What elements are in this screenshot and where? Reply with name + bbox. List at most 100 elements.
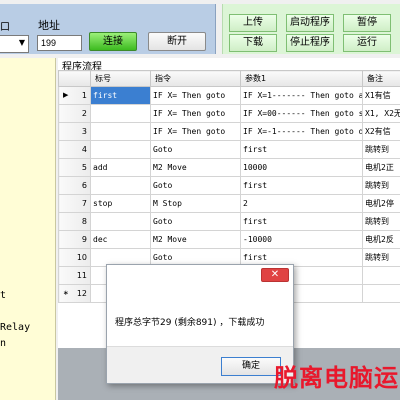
stop-program-button[interactable]: 停止程序 <box>286 34 334 52</box>
run-button[interactable]: 运行 <box>343 34 391 52</box>
new-row-icon: ∗ <box>63 289 69 297</box>
table-row[interactable]: 3 IF X= Then goto IF X=-1------ Then goto … <box>58 122 400 141</box>
row-header[interactable]: 9 <box>58 230 91 249</box>
io-panel: t Relay n <box>0 58 56 400</box>
current-row-icon: ▶ <box>63 91 69 99</box>
cell-note[interactable]: 跳转到 <box>362 212 400 231</box>
chevron-down-icon: ▼ <box>18 38 25 47</box>
cell-cmd[interactable]: M2 Move <box>150 158 241 177</box>
cell-cmd[interactable]: IF X= Then goto <box>150 122 241 141</box>
cell-label[interactable] <box>90 176 151 195</box>
row-header[interactable]: ▶ 1 <box>58 86 91 105</box>
cell-param[interactable]: 10000 <box>240 158 363 177</box>
row-header[interactable]: 11 <box>58 266 91 285</box>
column-header-label[interactable]: 标号 <box>90 70 151 87</box>
cell-param[interactable]: first <box>240 212 363 231</box>
cell-note[interactable]: X2有信 <box>362 122 400 141</box>
cell-note[interactable]: 跳转到 <box>362 140 400 159</box>
row-number: 5 <box>81 163 87 172</box>
cell-label[interactable] <box>90 212 151 231</box>
cell-param[interactable]: first <box>240 140 363 159</box>
row-header[interactable]: 8 <box>58 212 91 231</box>
table-row[interactable]: 9 dec M2 Move -10000 电机2反 <box>58 230 400 249</box>
cell-label[interactable]: first <box>90 86 151 105</box>
row-header[interactable]: 4 <box>58 140 91 159</box>
close-icon[interactable]: ✕ <box>261 268 289 282</box>
cell-note[interactable] <box>362 284 400 303</box>
row-number: 3 <box>81 127 87 136</box>
row-header[interactable]: 6 <box>58 176 91 195</box>
start-program-button[interactable]: 启动程序 <box>286 14 334 32</box>
cell-cmd[interactable]: Goto <box>150 176 241 195</box>
row-header[interactable]: 2 <box>58 104 91 123</box>
row-number: 12 <box>76 289 87 298</box>
cell-param[interactable]: -10000 <box>240 230 363 249</box>
cell-label[interactable]: add <box>90 158 151 177</box>
download-success-dialog: ✕ 程序总字节29 (剩余891) ，下载成功 确定 <box>106 264 294 384</box>
cell-note[interactable]: 电机2停 <box>362 194 400 213</box>
row-number: 7 <box>81 199 87 208</box>
dialog-message: 程序总字节29 (剩余891) ，下载成功 <box>115 318 265 328</box>
table-header-row: 标号 指令 参数1 备注 <box>58 70 400 87</box>
row-number: 10 <box>76 253 87 262</box>
cell-param[interactable]: first <box>240 176 363 195</box>
row-header[interactable]: ∗ 12 <box>58 284 91 303</box>
cell-label[interactable] <box>90 140 151 159</box>
column-header-note[interactable]: 备注 <box>362 70 400 87</box>
watermark-text: 脱离电脑运 <box>274 364 399 392</box>
cell-param[interactable]: IF X=-1------ Then goto dec <box>240 122 363 141</box>
table-row[interactable]: 4 Goto first 跳转到 <box>58 140 400 159</box>
cell-cmd[interactable]: IF X= Then goto <box>150 86 241 105</box>
top-toolbar: 口 ▼ 地址 连接 断开 上传 启动程序 暂停 下载 停止程序 运行 <box>0 0 400 54</box>
cell-note[interactable]: 跳转到 <box>362 176 400 195</box>
row-header[interactable]: 5 <box>58 158 91 177</box>
pause-button[interactable]: 暂停 <box>343 14 391 32</box>
port-label: 口 <box>0 22 10 33</box>
row-header[interactable]: 7 <box>58 194 91 213</box>
cell-param[interactable]: 2 <box>240 194 363 213</box>
cell-note[interactable]: 电机2反 <box>362 230 400 249</box>
control-panel: 上传 启动程序 暂停 下载 停止程序 运行 <box>222 4 400 54</box>
address-input[interactable] <box>37 35 82 51</box>
column-header-command[interactable]: 指令 <box>150 70 241 87</box>
cell-param[interactable]: IF X=00------ Then goto stop <box>240 104 363 123</box>
cell-note[interactable]: X1, X2无 <box>362 104 400 123</box>
table-row[interactable]: 8 Goto first 跳转到 <box>58 212 400 231</box>
cell-cmd[interactable]: Goto <box>150 212 241 231</box>
cell-note[interactable]: 跳转到 <box>362 248 400 267</box>
row-header[interactable]: 10 <box>58 248 91 267</box>
cell-label[interactable] <box>90 122 151 141</box>
address-label: 地址 <box>38 19 60 32</box>
port-select[interactable]: ▼ <box>0 35 29 53</box>
cell-note[interactable] <box>362 266 400 285</box>
row-header[interactable]: 3 <box>58 122 91 141</box>
row-number: 11 <box>76 271 87 280</box>
upload-button[interactable]: 上传 <box>229 14 277 32</box>
table-row[interactable]: 5 add M2 Move 10000 电机2正 <box>58 158 400 177</box>
row-number: 6 <box>81 181 87 190</box>
row-number: 2 <box>81 109 87 118</box>
cell-cmd[interactable]: M Stop <box>150 194 241 213</box>
cell-label[interactable]: dec <box>90 230 151 249</box>
cell-note[interactable]: 电机2正 <box>362 158 400 177</box>
disconnect-button[interactable]: 断开 <box>148 32 206 51</box>
download-button[interactable]: 下载 <box>229 34 277 52</box>
table-row[interactable]: 6 Goto first 跳转到 <box>58 176 400 195</box>
cell-cmd[interactable]: IF X= Then goto <box>150 104 241 123</box>
table-row[interactable]: 7 stop M Stop 2 电机2停 <box>58 194 400 213</box>
cell-note[interactable]: X1有信 <box>362 86 400 105</box>
corner-header <box>58 70 91 87</box>
ok-button[interactable]: 确定 <box>221 357 281 376</box>
row-number: 1 <box>81 91 87 100</box>
connect-button[interactable]: 连接 <box>89 32 137 51</box>
cell-param[interactable]: IF X=1------- Then goto add <box>240 86 363 105</box>
row-number: 8 <box>81 217 87 226</box>
column-header-param1[interactable]: 参数1 <box>240 70 363 87</box>
cell-label[interactable]: stop <box>90 194 151 213</box>
cell-label[interactable] <box>90 104 151 123</box>
cell-cmd[interactable]: M2 Move <box>150 230 241 249</box>
cell-cmd[interactable]: Goto <box>150 140 241 159</box>
table-row[interactable]: 2 IF X= Then goto IF X=00------ Then goto … <box>58 104 400 123</box>
connection-panel: 口 ▼ 地址 连接 断开 <box>0 4 216 54</box>
table-row[interactable]: ▶ 1 first IF X= Then goto IF X=1------- Then… <box>58 86 400 105</box>
